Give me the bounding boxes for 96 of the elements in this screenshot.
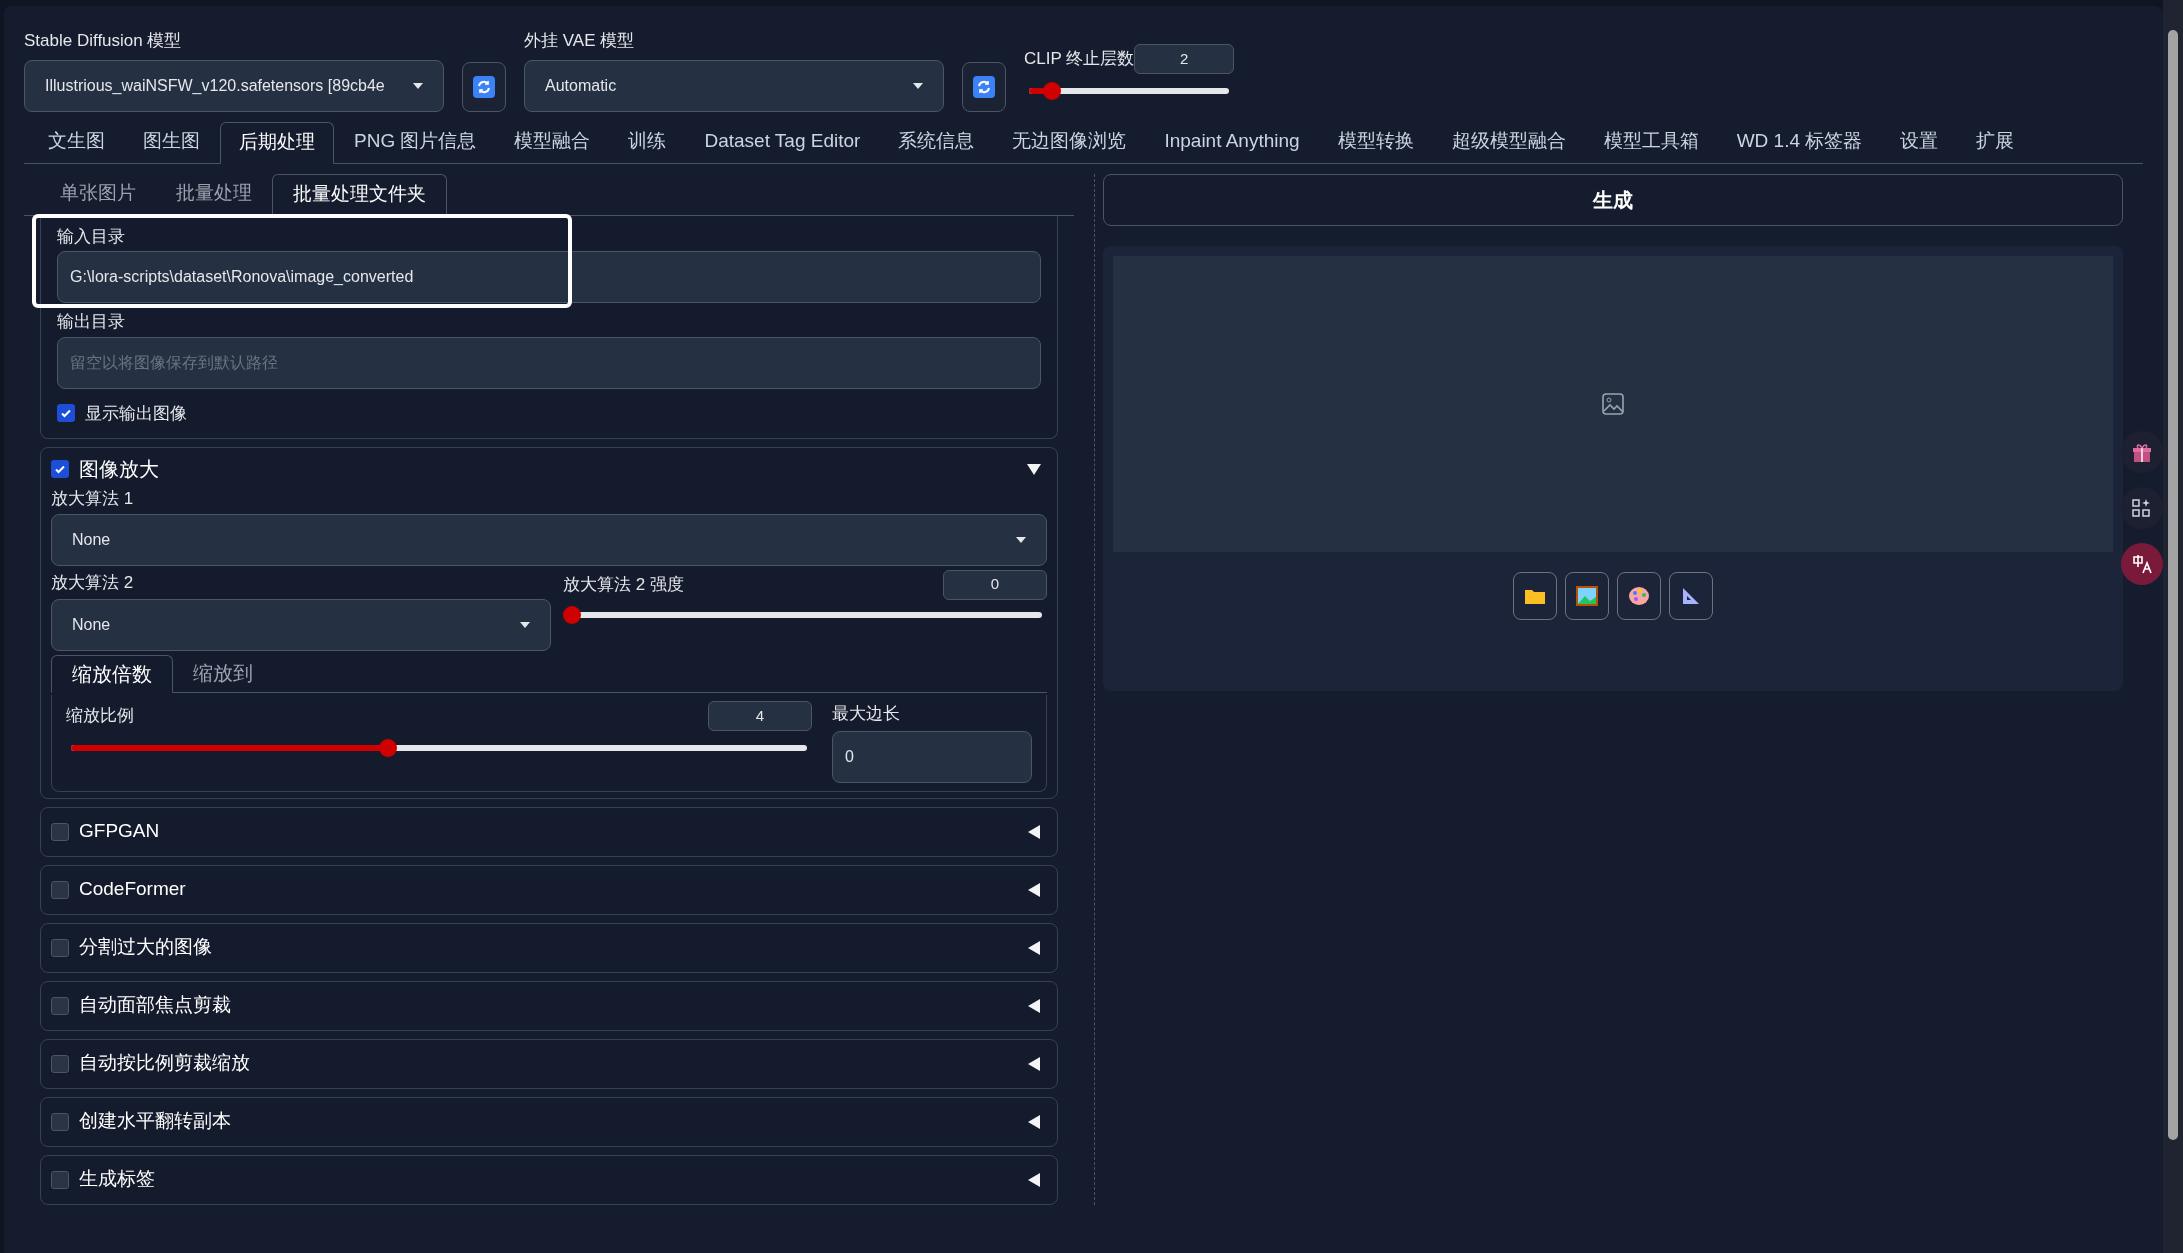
accordion-title[interactable]: 分割过大的图像 [79, 933, 1017, 962]
dropdown[interactable]: None [51, 513, 1047, 566]
accordion-title[interactable]: 生成标签 [79, 1165, 1017, 1194]
checkbox[interactable] [51, 822, 69, 841]
palette-icon [1628, 585, 1650, 606]
tab[interactable]: 后期处理 [220, 121, 334, 164]
field-label: CLIP 终止层数 [1024, 48, 1135, 71]
field-label: 缩放比例 [66, 705, 134, 728]
tab[interactable]: 批量处理文件夹 [272, 173, 447, 216]
tab[interactable]: 单张图片 [40, 172, 156, 215]
expand-icon[interactable] [1027, 1114, 1041, 1129]
tab[interactable]: 模型融合 [496, 120, 609, 163]
slider-thumb[interactable] [563, 605, 581, 624]
field-label: 输入目录 [57, 225, 126, 248]
send-to-image-button[interactable] [1565, 571, 1609, 620]
tab[interactable]: 无边图像浏览 [994, 120, 1145, 163]
grid-sparkle-icon [2131, 497, 2153, 519]
refresh-button[interactable] [462, 61, 506, 112]
translate-icon [2131, 553, 2153, 575]
tab[interactable]: 系统信息 [880, 120, 993, 163]
tab[interactable]: Dataset Tag Editor [686, 120, 879, 163]
checkbox[interactable] [51, 996, 69, 1015]
tab[interactable]: WD 1.4 标签器 [1718, 120, 1881, 163]
check-icon [54, 463, 66, 475]
number-field[interactable]: 0 [832, 730, 1032, 783]
tab[interactable]: 模型转换 [1319, 120, 1432, 163]
triangle-ruler-icon [1681, 585, 1701, 606]
tab[interactable]: 批量处理 [156, 172, 272, 215]
checkbox[interactable] [51, 460, 69, 478]
tab[interactable]: 设置 [1882, 120, 1957, 163]
expand-icon[interactable] [1027, 882, 1041, 897]
accordion-title[interactable]: CodeFormer [79, 875, 1017, 904]
translate-button[interactable] [2121, 543, 2163, 585]
checkbox-label: 显示输出图像 [85, 402, 187, 425]
field-label: Stable Diffusion 模型 [24, 30, 183, 52]
checkbox[interactable] [51, 1112, 69, 1131]
accordion-title[interactable]: 图像放大 [79, 454, 1017, 484]
field-label: 输出目录 [57, 311, 126, 333]
expand-icon[interactable] [1027, 1172, 1041, 1187]
tab[interactable]: 文生图 [30, 120, 123, 163]
refresh-button[interactable] [962, 61, 1006, 112]
gift-button[interactable] [2121, 431, 2163, 473]
input-field[interactable]: G:\lora-scripts\dataset\Ronova\image_converted [57, 251, 1041, 303]
image-icon [1602, 392, 1624, 415]
accordion-title[interactable]: 创建水平翻转副本 [79, 1107, 1017, 1136]
apps-button[interactable] [2121, 487, 2163, 529]
send-to-extras-button[interactable] [1669, 571, 1713, 620]
caret-icon [520, 622, 530, 628]
checkbox[interactable] [51, 880, 69, 899]
accordion-title[interactable]: 自动按比例剪裁缩放 [79, 1049, 1017, 1078]
number-field[interactable]: 2 [1134, 44, 1234, 74]
expand-icon[interactable] [1027, 940, 1041, 955]
refresh-icon [473, 75, 495, 98]
gift-icon [2131, 441, 2153, 463]
checkbox[interactable] [51, 938, 69, 957]
number-field[interactable]: 4 [708, 701, 812, 731]
tab[interactable]: 超级模型融合 [1433, 120, 1584, 163]
dropdown[interactable]: None [51, 599, 551, 651]
tab[interactable]: 扩展 [1958, 120, 2033, 163]
tab[interactable]: 图生图 [125, 120, 218, 163]
slider-thumb[interactable] [1043, 82, 1062, 100]
field-label: 放大算法 2 强度 [563, 573, 684, 596]
check-icon [60, 407, 72, 420]
tab[interactable]: Inpaint Anything [1146, 120, 1318, 163]
refresh-icon [973, 75, 995, 98]
generate-button[interactable]: 生成 [1103, 173, 2123, 226]
framed-picture-icon [1576, 585, 1598, 606]
expand-icon[interactable] [1027, 1056, 1041, 1071]
field-label: 外挂 VAE 模型 [524, 30, 636, 52]
tab[interactable]: 缩放倍数 [51, 655, 173, 693]
tab[interactable]: 训练 [610, 120, 685, 163]
caret-icon [913, 82, 923, 89]
dropdown[interactable]: Illustrious_waiNSFW_v120.safetensors [89cb4e [24, 59, 444, 112]
tab[interactable]: PNG 图片信息 [336, 120, 495, 163]
slider-thumb[interactable] [379, 739, 398, 757]
send-to-inpaint-button[interactable] [1617, 571, 1661, 620]
number-field[interactable]: 0 [943, 569, 1047, 600]
field-label: 最大边长 [832, 703, 901, 725]
checkbox[interactable] [51, 1170, 69, 1189]
expand-icon[interactable] [1027, 998, 1041, 1013]
input-field[interactable]: 留空以将图像保存到默认路径 [57, 336, 1041, 389]
field-label: 放大算法 1 [51, 488, 135, 510]
caret-icon [413, 82, 423, 89]
checkbox[interactable] [51, 1054, 69, 1073]
field-label: 放大算法 2 [51, 571, 135, 594]
expand-icon[interactable] [1027, 824, 1041, 839]
accordion-title[interactable]: 自动面部焦点剪裁 [79, 991, 1017, 1020]
open-folder-button[interactable] [1513, 571, 1557, 620]
tab[interactable]: 缩放到 [173, 654, 273, 692]
caret-icon [1016, 536, 1026, 543]
dropdown[interactable]: Automatic [524, 59, 944, 112]
scrollbar[interactable] [2163, 0, 2183, 1253]
tab[interactable]: 模型工具箱 [1585, 120, 1717, 163]
checkbox[interactable] [57, 404, 75, 423]
accordion-title[interactable]: GFPGAN [79, 817, 1017, 846]
collapse-icon[interactable] [1027, 462, 1041, 476]
